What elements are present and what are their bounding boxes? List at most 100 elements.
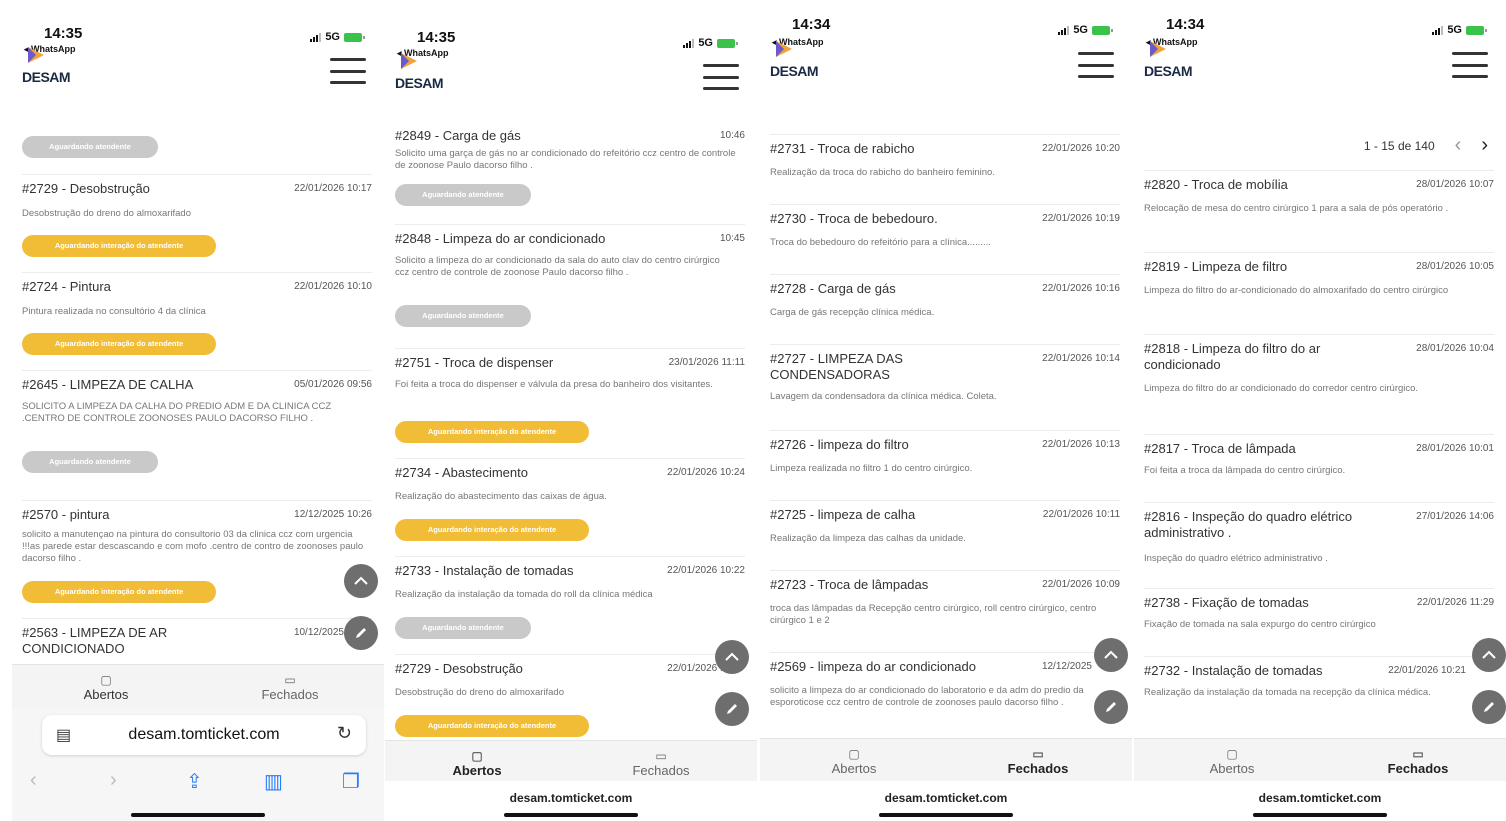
ticket-list[interactable]: Aguardando atendente #2729 - Desobstruçã… [12,104,384,660]
ticket-row[interactable]: #2729 - Desobstrução 22/01/2026 10:17 De… [395,654,745,740]
new-ticket-button[interactable] [1472,690,1506,724]
ticket-title: #2570 - pintura [22,507,110,522]
ticket-date: 10:45 [719,233,745,244]
ticket-row[interactable]: #2816 - Inspeção do quadro elétrico admi… [1144,502,1494,589]
scroll-up-button[interactable] [344,564,378,598]
hamburger-menu-icon[interactable] [1452,52,1488,78]
phone-screen-3: 14:34 ◂ WhatsApp 5G DESAM #2731 - Troca … [760,0,1132,821]
ticket-row[interactable]: #2734 - Abastecimento 22/01/2026 10:24 R… [395,458,745,557]
tab-fechados[interactable]: ▭ Fechados [601,749,721,778]
ticket-row[interactable]: #2570 - pintura 12/12/2025 10:26 solicit… [22,500,372,619]
desam-logo[interactable]: DESAM [770,40,830,79]
chevron-right-icon[interactable]: › [1481,134,1488,157]
safari-address-bar[interactable]: desam.tomticket.com [1134,781,1506,821]
reload-icon[interactable]: ↻ [337,723,352,744]
chevron-up-icon [725,652,739,661]
ticket-row[interactable]: #2730 - Troca de bebedouro. 22/01/2026 1… [770,204,1120,275]
ticket-title: #2727 - LIMPEZA DAS CONDENSADORAS [770,351,903,382]
tab-fechados[interactable]: ▭ Fechados [230,673,350,702]
tab-abertos[interactable]: ▢ Abertos [46,673,166,702]
ticket-row[interactable]: #2820 - Troca de mobília 28/01/2026 10:0… [1144,170,1494,253]
safari-address-bar[interactable]: desam.tomticket.com [385,781,757,821]
desam-logo[interactable]: DESAM [395,52,455,91]
status-badge: Aguardando interação do atendente [395,715,589,737]
ticket-list[interactable]: #2820 - Troca de mobília 28/01/2026 10:0… [1134,170,1506,738]
ticket-row[interactable]: #2818 - Limpeza do filtro do ar condicio… [1144,334,1494,435]
app-header: DESAM [760,32,1132,98]
safari-address-bar[interactable]: desam.tomticket.com [760,781,1132,821]
share-icon[interactable]: ⇪ [186,769,203,794]
ticket-description: troca das lâmpadas da Recepção centro ci… [770,603,1097,626]
ticket-row[interactable]: #2732 - Instalação de tomadas 22/01/2026… [1144,656,1494,738]
status-badge: Aguardando atendente [395,305,531,327]
ticket-row[interactable]: #2569 - limpeza do ar condicionado 12/12… [770,652,1120,738]
ticket-description: Pintura realizada no consultório 4 da cl… [22,306,206,317]
home-indicator [1253,813,1387,817]
ticket-list[interactable]: #2731 - Troca de rabicho 22/01/2026 10:2… [760,132,1132,738]
ticket-row[interactable]: #2738 - Fixação de tomadas 22/01/2026 11… [1144,588,1494,657]
bookmarks-icon[interactable]: ▥ [264,769,283,794]
ticket-date: 22/01/2026 10:16 [1042,283,1120,294]
forward-arrow-icon[interactable]: › [110,769,117,792]
scroll-up-button[interactable] [1472,638,1506,672]
desam-logo[interactable]: DESAM [1144,40,1204,79]
ticket-row[interactable]: #2723 - Troca de lâmpadas 22/01/2026 10:… [770,570,1120,653]
ticket-title: #2848 - Limpeza do ar condicionado [395,231,606,246]
ticket-row[interactable]: #2563 - LIMPEZA DE AR CONDICIONADO 10/12… [22,618,372,660]
ticket-row[interactable]: #2848 - Limpeza do ar condicionado 10:45… [395,224,745,349]
ticket-row[interactable]: #2733 - Instalação de tomadas 22/01/2026… [395,556,745,655]
tab-abertos[interactable]: ▢ Abertos [1172,747,1292,776]
ticket-title: #2569 - limpeza do ar condicionado [770,659,976,674]
url-text: desam.tomticket.com [509,791,633,805]
ticket-list[interactable]: #2849 - Carga de gás 10:46 Solicito uma … [385,128,757,740]
ticket-row[interactable]: #2819 - Limpeza de filtro 28/01/2026 10:… [1144,252,1494,335]
ticket-row[interactable]: #2725 - limpeza de calha 22/01/2026 10:1… [770,500,1120,571]
back-arrow-icon[interactable]: ‹ [30,769,37,792]
safari-toolbar: ▤ desam.tomticket.com ↻ ‹ › ⇪ ▥ ❐ [12,709,384,821]
bottom-tab-bar: ▢ Abertos ▭ Fechados [1134,738,1506,783]
tabs-icon[interactable]: ❐ [342,769,360,794]
tab-label: Fechados [1007,761,1069,776]
new-ticket-button[interactable] [715,692,749,726]
tab-fechados[interactable]: ▭ Fechados [978,747,1098,776]
tab-fechados[interactable]: ▭ Fechados [1358,747,1478,776]
ticket-title: #2563 - LIMPEZA DE AR CONDICIONADO [22,625,168,656]
pencil-icon [356,628,366,638]
desam-logo[interactable]: DESAM [22,46,82,85]
ticket-row[interactable]: #2849 - Carga de gás 10:46 Solicito uma … [395,128,745,222]
address-bar[interactable]: ▤ desam.tomticket.com ↻ [42,715,366,755]
new-ticket-button[interactable] [1094,690,1128,724]
tab-label: Abertos [831,761,877,776]
ticket-description: Relocação de mesa do centro cirúrgico 1 … [1144,203,1449,214]
tab-abertos[interactable]: ▢ Abertos [417,749,537,778]
ticket-row[interactable]: #2731 - Troca de rabicho 22/01/2026 10:2… [770,134,1120,205]
tab-abertos[interactable]: ▢ Abertos [794,747,914,776]
ticket-description: Desobstrução do dreno do almoxarifado [22,208,191,219]
ticket-row[interactable]: #2724 - Pintura 22/01/2026 10:10 Pintura… [22,272,372,371]
ticket-row[interactable]: #2645 - LIMPEZA DE CALHA 05/01/2026 09:5… [22,370,372,501]
status-badge: Aguardando atendente [395,617,531,639]
hamburger-menu-icon[interactable] [330,58,366,84]
new-ticket-button[interactable] [344,616,378,650]
ticket-row[interactable]: #2728 - Carga de gás 22/01/2026 10:16 Ca… [770,274,1120,345]
status-badge: Aguardando interação do atendente [395,421,589,443]
status-badge: Aguardando atendente [395,184,531,206]
hamburger-menu-icon[interactable] [1078,52,1114,78]
logo-mark-icon [776,41,792,57]
home-indicator [131,813,265,817]
ticket-row[interactable]: #2727 - LIMPEZA DAS CONDENSADORAS 22/01/… [770,344,1120,431]
ticket-title: #2728 - Carga de gás [770,281,896,296]
phone-screen-2: 14:35 ◂ WhatsApp 5G DESAM #2849 - Carga … [385,0,757,821]
ticket-row[interactable]: #2726 - limpeza do filtro 22/01/2026 10:… [770,430,1120,501]
ticket-row[interactable]: #2751 - Troca de dispenser 23/01/2026 11… [395,348,745,459]
ticket-row[interactable]: #2817 - Troca de lâmpada 28/01/2026 10:0… [1144,434,1494,503]
phone-screen-1: 14:35 ◂ WhatsApp 5G DESAM Aguardando ate… [12,0,384,821]
scroll-up-button[interactable] [1094,638,1128,672]
ticket-row[interactable]: #2729 - Desobstrução 22/01/2026 10:17 De… [22,174,372,273]
chevron-left-icon[interactable]: ‹ [1455,134,1462,157]
logo-mark-icon [28,47,44,63]
folder-open-icon: ▢ [1226,747,1238,761]
scroll-up-button[interactable] [715,640,749,674]
ticket-date: 22/01/2026 10:13 [1042,439,1120,450]
hamburger-menu-icon[interactable] [703,64,739,90]
